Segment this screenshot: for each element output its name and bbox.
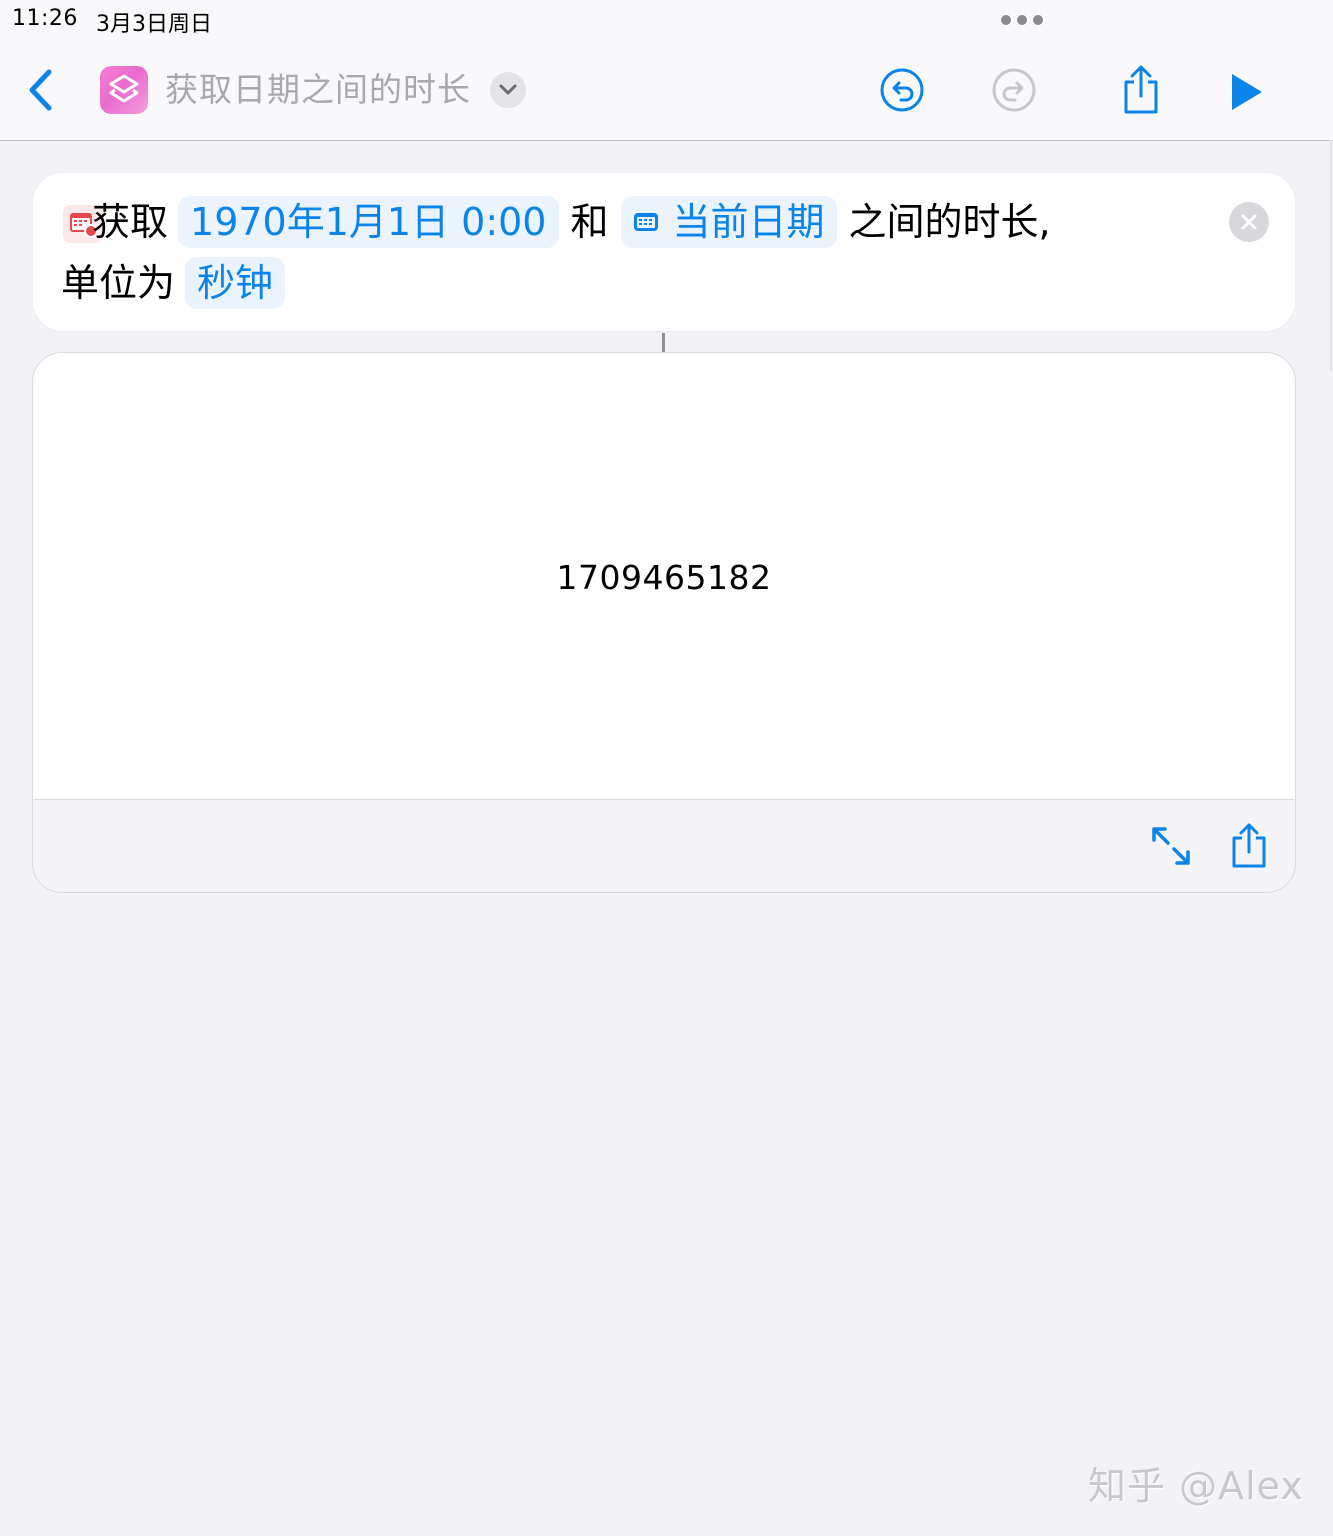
action-suffix: 之间的时长, [848,200,1051,244]
calendar-small-icon [633,213,658,231]
undo-icon [880,68,924,112]
multitasking-dots-icon[interactable] [1001,15,1043,25]
result-footer [33,799,1295,892]
end-date-token[interactable]: 当前日期 [620,196,837,248]
status-time: 11:26 [12,6,78,31]
redo-button[interactable] [990,66,1038,114]
play-icon [1232,74,1262,110]
expand-icon [1152,827,1190,865]
run-button[interactable] [1222,68,1270,116]
title-menu-button[interactable] [490,72,526,108]
shortcuts-icon[interactable] [100,66,148,114]
unit-token[interactable]: 秒钟 [185,257,286,309]
conjunction-label: 和 [570,200,609,244]
result-share-button[interactable] [1225,820,1273,872]
remove-action-button[interactable] [1229,202,1269,242]
status-date: 3月3日周日 [96,12,212,37]
navigation-bar: 获取日期之间的时长 [0,40,1333,141]
share-icon [1124,65,1158,114]
result-card: 1709465182 [32,352,1296,893]
end-date-label: 当前日期 [672,200,825,244]
action-verb: 获取 [92,200,169,244]
chevron-down-icon [499,84,517,95]
shortcut-title[interactable]: 获取日期之间的时长 [165,68,471,112]
back-button[interactable] [18,68,62,112]
back-icon [29,69,52,111]
share-button[interactable] [1116,62,1166,118]
redo-icon [992,68,1036,112]
action-sentence-line-2: 单位为 秒钟 [61,256,289,310]
expand-button[interactable] [1147,822,1195,870]
unit-label: 单位为 [61,261,176,305]
result-value[interactable]: 1709465182 [33,558,1295,597]
share-icon [1232,823,1266,868]
window-edge [1330,140,1332,370]
action-connector [662,333,665,353]
watermark: 知乎 @Alex [1088,1464,1304,1508]
start-date-token[interactable]: 1970年1月1日 0:00 [178,196,559,248]
undo-button[interactable] [878,66,926,114]
close-icon [1241,214,1257,230]
status-bar: 11:26 3月3日周日 [0,0,1333,40]
action-sentence-line-1: 获取 1970年1月1日 0:00 和 当前日期 之间的时长, [92,195,1051,249]
